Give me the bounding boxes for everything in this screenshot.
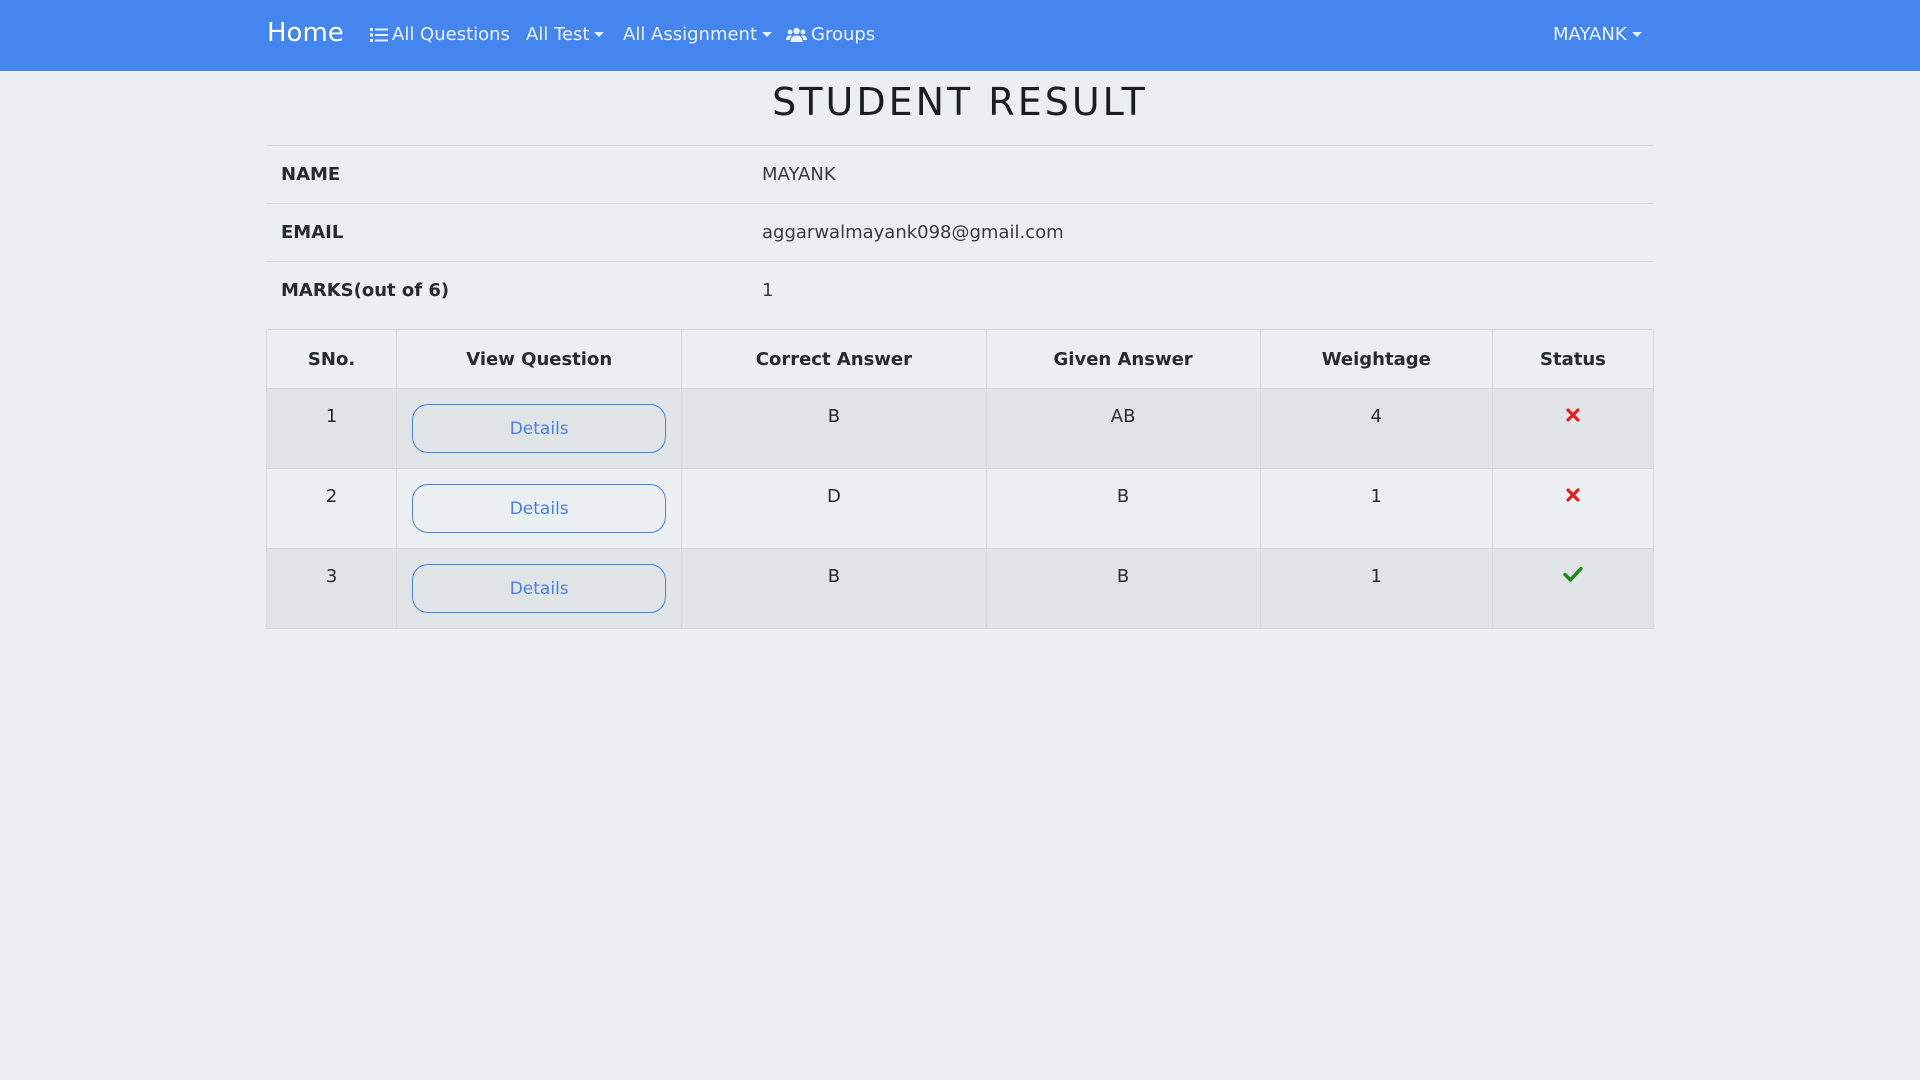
- cell-status: [1491, 388, 1655, 469]
- cell-given-answer: AB: [985, 388, 1261, 469]
- nav-groups-link[interactable]: Groups: [786, 24, 875, 45]
- cell-correct-answer: D: [681, 468, 987, 549]
- result-table: SNo. View Question Correct Answer Given …: [265, 329, 1655, 629]
- details-button[interactable]: Details: [412, 484, 667, 533]
- nav-all-test-label: All Test: [526, 24, 590, 45]
- check-icon: [1563, 566, 1583, 582]
- table-row: 2 Details D B 1: [265, 468, 1655, 549]
- info-row-name: NAME MAYANK: [266, 145, 1653, 203]
- header-weightage: Weightage: [1259, 329, 1493, 389]
- cell-status: [1491, 468, 1655, 549]
- nav-home-link[interactable]: Home: [267, 18, 344, 48]
- table-row: 1 Details B AB 4: [265, 388, 1655, 469]
- page-title: STUDENT RESULT: [772, 80, 1148, 124]
- details-button[interactable]: Details: [412, 404, 667, 453]
- cell-view-question: Details: [396, 388, 683, 469]
- nav-groups-label: Groups: [811, 24, 876, 45]
- chevron-down-icon: [594, 32, 605, 37]
- user-menu-label: MAYANK: [1553, 24, 1627, 45]
- header-sno: SNo.: [265, 329, 398, 389]
- list-icon: [370, 27, 388, 42]
- cell-correct-answer: B: [681, 388, 987, 469]
- table-header-row: SNo. View Question Correct Answer Given …: [265, 329, 1655, 389]
- cell-weightage: 1: [1259, 468, 1493, 549]
- cell-given-answer: B: [985, 548, 1261, 629]
- nav-all-assignment-dropdown[interactable]: All Assignment: [623, 24, 773, 45]
- cell-view-question: Details: [396, 468, 683, 549]
- chevron-down-icon: [762, 32, 773, 37]
- header-view-question: View Question: [396, 329, 683, 389]
- marks-label: MARKS(out of 6): [281, 280, 450, 301]
- cell-weightage: 4: [1259, 388, 1493, 469]
- cell-weightage: 1: [1259, 548, 1493, 629]
- header-status: Status: [1491, 329, 1655, 389]
- marks-value: 1: [762, 280, 774, 301]
- nav-all-questions-link[interactable]: All Questions: [370, 24, 510, 45]
- cell-sno: 3: [265, 548, 398, 629]
- email-label: EMAIL: [281, 222, 344, 243]
- name-label: NAME: [281, 164, 341, 185]
- student-info: NAME MAYANK EMAIL aggarwalmayank098@gmai…: [266, 145, 1653, 319]
- top-navbar: Home All Questions All Test All Assignme…: [0, 0, 1920, 71]
- cell-given-answer: B: [985, 468, 1261, 549]
- cell-status: [1491, 548, 1655, 629]
- nav-all-questions-label: All Questions: [392, 24, 510, 45]
- cell-correct-answer: B: [681, 548, 987, 629]
- header-given-answer: Given Answer: [985, 329, 1261, 389]
- cross-icon: [1566, 488, 1580, 502]
- details-button[interactable]: Details: [412, 564, 667, 613]
- cell-sno: 2: [265, 468, 398, 549]
- email-value: aggarwalmayank098@gmail.com: [762, 222, 1064, 243]
- user-menu-dropdown[interactable]: MAYANK: [1553, 24, 1642, 45]
- info-row-marks: MARKS(out of 6) 1: [266, 261, 1653, 319]
- table-row: 3 Details B B 1: [265, 548, 1655, 629]
- cell-sno: 1: [265, 388, 398, 469]
- header-correct-answer: Correct Answer: [681, 329, 987, 389]
- nav-all-test-dropdown[interactable]: All Test: [526, 24, 605, 45]
- info-row-email: EMAIL aggarwalmayank098@gmail.com: [266, 203, 1653, 261]
- nav-all-assignment-label: All Assignment: [623, 24, 758, 45]
- users-icon: [786, 27, 807, 42]
- name-value: MAYANK: [762, 164, 836, 185]
- cell-view-question: Details: [396, 548, 683, 629]
- cross-icon: [1566, 408, 1580, 422]
- chevron-down-icon: [1631, 32, 1642, 37]
